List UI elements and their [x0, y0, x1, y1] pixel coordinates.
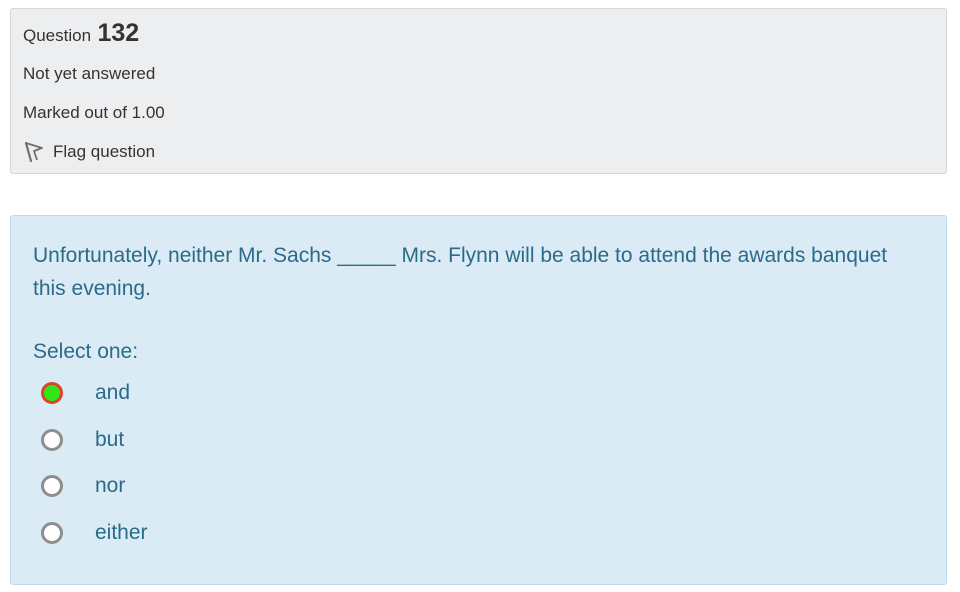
answer-radio-and[interactable] [41, 382, 63, 405]
question-content-panel: Unfortunately, neither Mr. Sachs _____ M… [10, 215, 947, 585]
answer-radio-nor[interactable] [41, 475, 63, 498]
answer-label-but[interactable]: but [95, 428, 124, 452]
answer-label-either[interactable]: either [95, 521, 148, 545]
answer-option-nor[interactable]: nor [41, 471, 441, 518]
answer-radio-either[interactable] [41, 521, 63, 544]
flag-question-button[interactable]: Flag question [23, 140, 155, 164]
answer-options: and but nor either [41, 378, 441, 564]
question-text: Unfortunately, neither Mr. Sachs _____ M… [33, 244, 888, 300]
answer-radio-but[interactable] [41, 428, 63, 451]
answer-option-but[interactable]: but [41, 425, 441, 472]
answer-option-either[interactable]: either [41, 518, 441, 565]
answer-label-nor[interactable]: nor [95, 474, 125, 498]
question-grade: Marked out of 1.00 [23, 103, 165, 122]
question-number: 132 [97, 19, 140, 47]
question-heading: Question 132 [23, 19, 139, 48]
flag-question-label: Flag question [53, 142, 156, 161]
answer-prompt: Select one: [33, 340, 139, 363]
flag-icon [23, 141, 45, 163]
answer-option-and[interactable]: and [41, 378, 441, 425]
question-info-panel: Question 132 Not yet answered Marked out… [10, 8, 947, 174]
question-label: Question [23, 26, 92, 45]
question-state: Not yet answered [23, 64, 156, 83]
answer-label-and[interactable]: and [95, 381, 130, 405]
